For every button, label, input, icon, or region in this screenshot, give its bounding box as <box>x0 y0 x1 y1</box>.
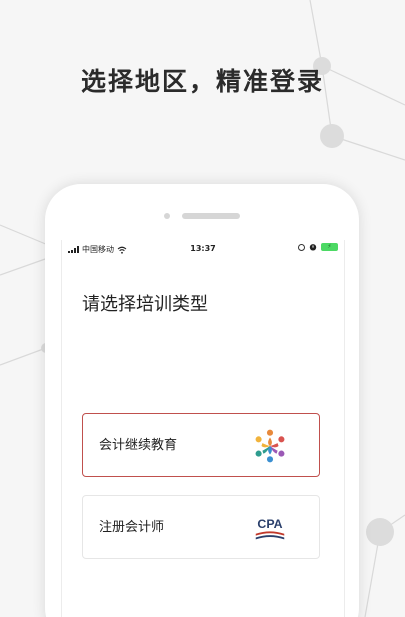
alarm-icon <box>309 244 317 251</box>
cpa-logo-text: CPA <box>257 517 282 531</box>
camera-dot <box>164 213 170 219</box>
option-cpa[interactable]: 注册会计师 CPA <box>82 495 320 559</box>
option-label: 会计继续教育 <box>99 438 178 453</box>
headline: 选择地区，精准登录 <box>80 67 324 96</box>
option-accounting-continuing-education[interactable]: 会计继续教育 <box>82 413 320 477</box>
speaker-grille <box>182 213 240 219</box>
orientation-lock-icon <box>298 243 305 251</box>
cpa-logo: CPA <box>255 517 285 540</box>
promo-canvas: 选择地区，精准登录 中国移动 13:37 ⚡ 请选择培训类型 会计继续教育 注册… <box>0 0 405 617</box>
battery-charging-icon: ⚡ <box>321 243 338 251</box>
phone-screen: 中国移动 13:37 ⚡ 请选择培训类型 会计继续教育 注册会计师 CPA <box>61 240 345 617</box>
phone-mockup: 中国移动 13:37 ⚡ 请选择培训类型 会计继续教育 注册会计师 CPA <box>45 184 359 617</box>
option-label: 注册会计师 <box>99 520 165 535</box>
status-bar: 中国移动 13:37 ⚡ <box>62 240 344 258</box>
people-circle-logo <box>255 429 285 463</box>
screen-title: 请选择培训类型 <box>82 294 208 315</box>
